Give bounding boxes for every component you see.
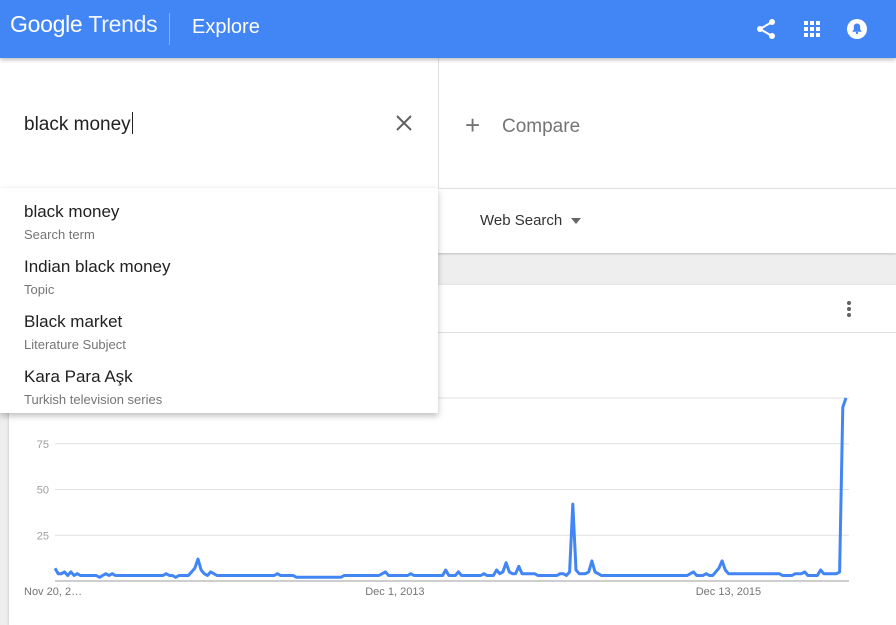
y-tick-label: 25 (37, 530, 49, 542)
suggestion-type: Topic (24, 282, 55, 297)
suggestion-item[interactable]: black money Search term (0, 188, 438, 243)
app-header: Google Trends Explore (0, 0, 896, 58)
y-tick-label: 50 (37, 485, 49, 497)
share-icon[interactable] (754, 17, 778, 41)
logo-google-text: Google (10, 11, 83, 37)
suggestion-title: Black market (24, 312, 123, 331)
header-divider (169, 13, 170, 45)
suggestion-title: black money (24, 202, 120, 221)
x-tick-label: Dec 1, 2013 (365, 586, 424, 598)
page-title: Explore (192, 16, 260, 38)
series-line (53, 397, 848, 579)
x-tick-label: Dec 13, 2015 (696, 586, 761, 598)
search-input-value: black money (24, 114, 131, 135)
x-tick-label: Nov 20, 2… (24, 586, 82, 598)
search-input[interactable]: black money (24, 112, 133, 136)
y-tick-label: 75 (37, 439, 49, 451)
suggestion-item[interactable]: Black market Literature Subject (0, 298, 438, 353)
text-cursor (131, 112, 133, 134)
close-icon[interactable] (394, 113, 414, 133)
suggestion-item[interactable]: Kara Para Aşk Turkish television series (0, 353, 438, 408)
suggestion-type: Literature Subject (24, 337, 126, 352)
apps-icon[interactable] (800, 17, 824, 41)
notifications-icon[interactable] (845, 17, 869, 41)
suggestion-title: Kara Para Aşk (24, 367, 133, 386)
suggestion-title: Indian black money (24, 257, 171, 276)
suggestion-type: Search term (24, 227, 95, 242)
suggestion-item[interactable]: Indian black money Topic (0, 243, 438, 298)
google-trends-logo[interactable]: Google Trends (10, 11, 158, 38)
logo-trends-text: Trends (88, 11, 158, 37)
suggestion-type: Turkish television series (24, 392, 163, 407)
autocomplete-dropdown: black money Search term Indian black mon… (0, 188, 438, 413)
